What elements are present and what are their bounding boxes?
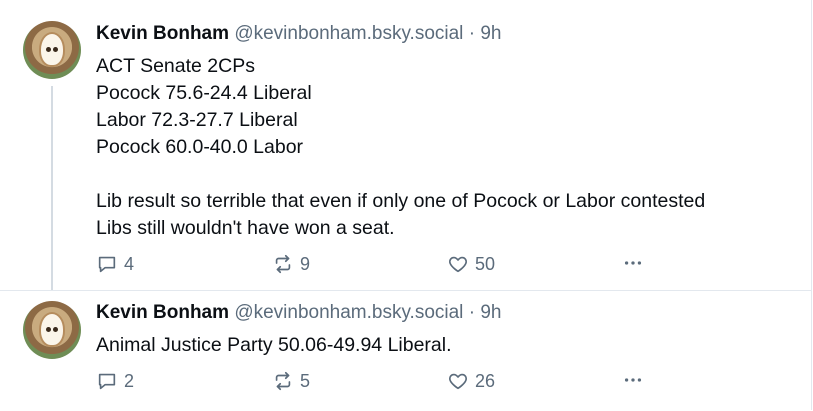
like-button[interactable]: 26 xyxy=(447,369,495,393)
author-name[interactable]: Kevin Bonham xyxy=(96,302,229,323)
separator-dot: · xyxy=(468,302,476,323)
heart-icon xyxy=(447,253,469,275)
post-time[interactable]: 9h xyxy=(480,23,501,44)
like-count: 50 xyxy=(475,254,496,274)
reply-button[interactable]: 2 xyxy=(96,369,134,393)
post-header: Kevin Bonham @kevinbonham.bsky.social · … xyxy=(96,22,501,46)
ellipsis-icon xyxy=(622,252,644,274)
repost-button[interactable]: 9 xyxy=(272,252,310,276)
repost-count: 5 xyxy=(300,371,311,391)
post-text-line: ACT Senate 2CPs xyxy=(96,55,255,77)
post-body: ACT Senate 2CPs Pocock 75.6-24.4 Liberal… xyxy=(96,53,796,242)
more-options-button[interactable] xyxy=(622,252,644,274)
thread-connector xyxy=(51,86,53,290)
post-actions: 2 5 26 xyxy=(96,369,656,393)
speech-bubble-icon xyxy=(96,253,118,275)
owl-avatar-icon xyxy=(39,32,65,67)
post-text-line: Lib result so terrible that even if only… xyxy=(96,190,706,212)
repost-count: 9 xyxy=(300,254,311,274)
post-2[interactable]: Kevin Bonham @kevinbonham.bsky.social · … xyxy=(0,290,812,411)
post-1[interactable]: Kevin Bonham @kevinbonham.bsky.social · … xyxy=(0,0,812,290)
post-text-line: Labor 72.3-27.7 Liberal xyxy=(96,109,298,131)
thread-container: Kevin Bonham @kevinbonham.bsky.social · … xyxy=(0,0,812,410)
post-text-line: Animal Justice Party 50.06-49.94 Liberal… xyxy=(96,334,452,356)
reply-count: 2 xyxy=(124,371,135,391)
owl-avatar-icon xyxy=(39,312,65,347)
post-actions: 4 9 50 xyxy=(96,252,656,276)
post-time[interactable]: 9h xyxy=(480,302,501,323)
reply-button[interactable]: 4 xyxy=(96,252,134,276)
post-header: Kevin Bonham @kevinbonham.bsky.social · … xyxy=(96,301,501,325)
author-handle[interactable]: @kevinbonham.bsky.social xyxy=(234,23,463,44)
reply-count: 4 xyxy=(124,254,135,274)
like-count: 26 xyxy=(475,371,496,391)
more-options-button[interactable] xyxy=(622,369,644,391)
repost-arrows-icon xyxy=(272,253,294,275)
post-text-line: Pocock 60.0-40.0 Labor xyxy=(96,136,304,158)
avatar[interactable] xyxy=(23,21,81,79)
avatar[interactable] xyxy=(23,301,81,359)
author-handle[interactable]: @kevinbonham.bsky.social xyxy=(234,302,463,323)
author-name[interactable]: Kevin Bonham xyxy=(96,23,229,44)
separator-dot: · xyxy=(468,23,476,44)
repost-arrows-icon xyxy=(272,370,294,392)
like-button[interactable]: 50 xyxy=(447,252,495,276)
post-text-line: Pocock 75.6-24.4 Liberal xyxy=(96,82,312,104)
speech-bubble-icon xyxy=(96,370,118,392)
ellipsis-icon xyxy=(622,369,644,391)
post-text-line: Libs still wouldn't have won a seat. xyxy=(96,217,395,239)
heart-icon xyxy=(447,370,469,392)
post-text-line xyxy=(96,161,796,188)
repost-button[interactable]: 5 xyxy=(272,369,310,393)
post-body: Animal Justice Party 50.06-49.94 Liberal… xyxy=(96,332,796,359)
